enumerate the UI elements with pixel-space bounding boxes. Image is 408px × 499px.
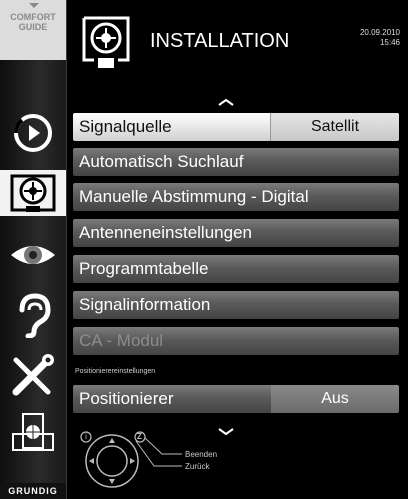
menu-item-programmtabelle[interactable]: Programmtabelle xyxy=(73,255,399,283)
section-label-positioner: Positionierereinstellungen xyxy=(75,368,156,375)
menu-item-antenneneinstellungen[interactable]: Antenneneinstellungen xyxy=(73,219,399,247)
signalquelle-value[interactable]: Satellit xyxy=(270,113,399,141)
comfort-guide-button[interactable]: COMFORT GUIDE xyxy=(0,0,66,60)
time-text: 15:46 xyxy=(379,38,400,47)
media-globe-icon xyxy=(12,413,54,451)
menu-item-label: Antenneneinstellungen xyxy=(79,223,252,242)
key-back-label: Z xyxy=(137,432,142,441)
comfort-guide-label-1: COMFORT xyxy=(10,12,56,22)
key-info-label: i xyxy=(85,432,87,441)
menu-item-signalinformation[interactable]: Signalinformation xyxy=(73,291,399,319)
comfort-guide-label-2: GUIDE xyxy=(18,22,48,32)
menu-item-label: CA - Modul xyxy=(79,331,164,350)
menu-item-label: Positionierer xyxy=(79,389,174,408)
sidebar: COMFORT GUIDE GRUNDIG xyxy=(0,0,67,499)
legend-beenden: Beenden xyxy=(185,450,218,459)
remote-navigation-icon xyxy=(80,431,182,488)
menu-item-label: Manuelle Abstimmung - Digital xyxy=(79,187,309,206)
page-title: INSTALLATION xyxy=(150,30,290,52)
menu-item-label: Signalquelle xyxy=(79,117,172,136)
sidebar-item-source[interactable] xyxy=(8,110,58,156)
datetime: 20.09.2010 15:46 xyxy=(360,28,400,48)
installation-header-icon xyxy=(82,16,130,68)
satellite-dish-icon xyxy=(10,174,56,212)
menu-item-label: Automatisch Suchlauf xyxy=(79,152,244,171)
brand-logo: GRUNDIG xyxy=(0,483,66,499)
sidebar-item-settings[interactable] xyxy=(8,352,58,398)
scroll-down-icon[interactable] xyxy=(218,428,234,436)
ear-icon xyxy=(19,293,51,339)
tools-icon xyxy=(12,354,54,396)
menu-item-ca-modul: CA - Modul xyxy=(73,327,399,355)
tv-osd-screen: COMFORT GUIDE GRUNDIG INSTALLATION 20.09… xyxy=(0,0,408,499)
legend-zurueck: Zurück xyxy=(185,462,210,471)
sidebar-item-installation[interactable] xyxy=(0,170,66,216)
menu-item-positionierer[interactable]: Positionierer Aus xyxy=(73,385,399,413)
menu-item-label: Programmtabelle xyxy=(79,259,209,278)
menu-item-manuelle-abstimmung[interactable]: Manuelle Abstimmung - Digital xyxy=(73,183,399,211)
menu-item-label: Signalinformation xyxy=(79,295,211,314)
arrow-down-icon xyxy=(29,3,39,8)
sidebar-item-picture[interactable] xyxy=(8,232,58,278)
menu-item-signalquelle[interactable]: Signalquelle Satellit xyxy=(73,113,399,141)
menu-item-automatisch-suchlauf[interactable]: Automatisch Suchlauf xyxy=(73,148,399,176)
sidebar-item-sound[interactable] xyxy=(8,292,58,339)
scroll-up-icon[interactable] xyxy=(218,98,234,106)
date-text: 20.09.2010 xyxy=(359,28,400,37)
positionierer-value[interactable]: Aus xyxy=(271,385,399,413)
eye-icon xyxy=(11,246,55,264)
sidebar-item-media[interactable] xyxy=(8,410,58,456)
source-icon xyxy=(13,114,52,152)
